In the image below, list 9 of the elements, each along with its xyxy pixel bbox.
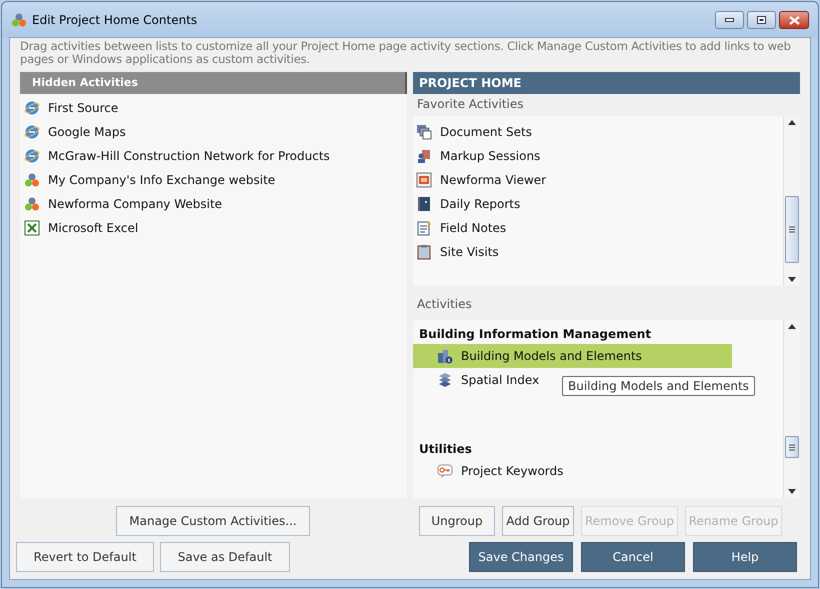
group-heading: Utilities <box>418 441 473 458</box>
group-heading: Building Information Management <box>418 326 652 343</box>
section-label: Favorite Activities <box>416 96 525 113</box>
tooltip: Building Models and Elements <box>562 376 755 396</box>
panel-header: PROJECT HOME <box>413 72 800 94</box>
instructions-text: Drag activities between lists to customize all your Project Home page activity sections. Click Manage Custom Activities to add links to web pages or Windows applications as custom activities. <box>20 40 792 68</box>
panel-header: Hidden Activities <box>20 72 407 94</box>
section-label: Activities <box>416 296 473 313</box>
window-title: Edit Project Home Contents <box>32 12 198 28</box>
